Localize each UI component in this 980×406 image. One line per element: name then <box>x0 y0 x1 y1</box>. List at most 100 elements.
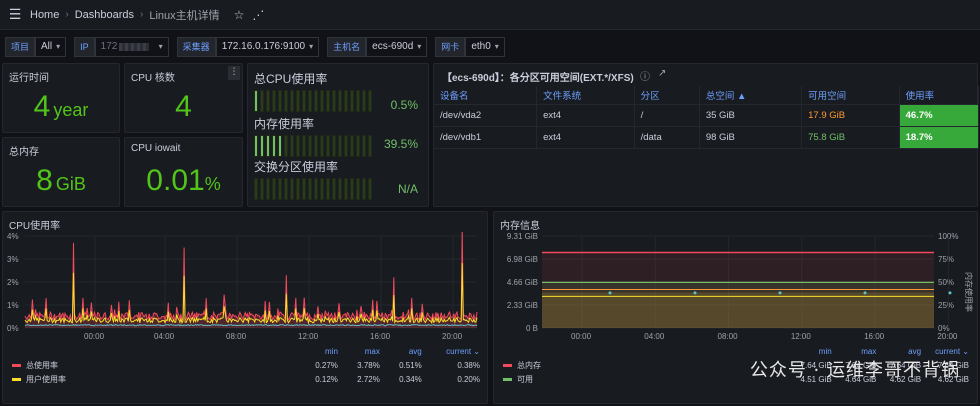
gauge-segment <box>368 90 372 112</box>
table-cell: 17.9 GiB <box>801 104 900 127</box>
y2-tick-label: 25% <box>938 301 954 310</box>
gauge-memory: 内存使用率 39.5% <box>254 115 426 157</box>
gauge-segment <box>272 178 276 200</box>
breadcrumb-current: Linux主机详情 <box>149 9 220 22</box>
stat-value: 8 GiB <box>3 164 119 198</box>
y2-tick-label: 75% <box>938 255 954 264</box>
legend-row[interactable]: 用户使用率 0.12% 2.72% 0.34% 0.20% <box>9 372 483 386</box>
series-point <box>948 291 952 295</box>
stat-panel-uptime[interactable]: 运行时间 4 year <box>2 63 120 133</box>
cpu-cores-value: 4 <box>175 90 192 123</box>
cpu-usage-chart-panel[interactable]: CPU使用率 4% 3% 2% 1% 0% 00:00 04:00 08:00 12:00 16:… <box>2 211 488 404</box>
var-value-collector: 172.16.0.176:9100 <box>221 41 306 52</box>
var-select-ip[interactable]: 172 ▾ <box>94 37 169 57</box>
gauge-segment <box>356 178 360 200</box>
stat-panel-iowait[interactable]: CPU iowait 0.01% <box>124 137 243 207</box>
legend-swatch <box>12 377 21 381</box>
gauge-segment <box>362 178 366 200</box>
legend-avg: 0.34% <box>399 374 422 384</box>
star-icon[interactable]: ☆ <box>234 8 245 22</box>
table-cell: /dev/vda2 <box>434 104 538 127</box>
menu-icon[interactable]: ☰ <box>0 6 30 23</box>
bar-gauge-panel[interactable]: 总CPU使用率 0.5% 内存使用率 39.5% 交换分区使用率 N/A <box>247 63 429 207</box>
external-link-icon[interactable]: ↗ <box>658 68 666 79</box>
column-header[interactable]: 设备名 <box>434 86 538 105</box>
variables-bar: 项目 All ▾ IP 172 ▾ 采集器 172.16.0.176:9100 ▾ 主… <box>0 34 980 60</box>
panel-title: 运行时间 <box>9 73 49 84</box>
stat-panel-total-memory[interactable]: 总内存 8 GiB <box>2 137 120 207</box>
gauge-segment <box>260 90 264 112</box>
chevron-down-icon: ▾ <box>309 42 314 51</box>
gauge-segment <box>302 135 306 157</box>
table-cell: ext4 <box>536 104 635 127</box>
panel-title: 【ecs-690d】：各分区可用空间(EXT.*/XFS) <box>442 73 634 84</box>
cpu-chart-svg: 4% 3% 2% 1% 0% 00:00 04:00 08:00 12:00 16:00 20:00 <box>7 232 478 341</box>
gauge-segment <box>368 135 372 157</box>
x-tick-label: 20:00 <box>937 332 958 341</box>
x-tick-label: 00:00 <box>571 332 592 341</box>
column-header[interactable]: 分区 <box>634 86 700 105</box>
memory-chart-svg: 9.31 GiB6.98 GiB4.66 GiB2.33 GiB0 B100%7… <box>507 232 974 341</box>
table-row: /dev/vdb1 ext4/data 98 GiB 75.8 GiB 18.7% <box>434 126 980 149</box>
y-tick-label: 2.33 GiB <box>507 301 538 310</box>
var-value-ip: 172 <box>100 41 118 52</box>
legend-header[interactable]: avg <box>383 344 425 358</box>
column-header[interactable]: 总空间 ▲ <box>699 86 803 105</box>
legend-label: 可用 <box>517 374 533 384</box>
gauge-segment <box>332 90 336 112</box>
gauge-segment <box>266 90 270 112</box>
var-select-project[interactable]: All ▾ <box>35 37 67 57</box>
y-tick-label: 0 B <box>526 324 538 333</box>
legend-series: 可用 <box>500 372 790 386</box>
var-select-collector[interactable]: 172.16.0.176:9100 ▾ <box>215 37 320 57</box>
legend-label: 总内存 <box>517 360 541 370</box>
gauge-segment <box>332 178 336 200</box>
share-icon[interactable]: ⋰ <box>252 8 264 22</box>
legend-min: 0.27% <box>315 360 338 370</box>
gauge-segment <box>362 135 366 157</box>
y-tick-label: 2% <box>7 278 19 287</box>
var-label-ip: IP <box>74 37 95 57</box>
gauge-segment <box>350 135 354 157</box>
column-header[interactable]: 文件系统 <box>536 86 635 105</box>
legend-row[interactable]: 总使用率 0.27% 3.78% 0.51% 0.38% <box>9 358 483 372</box>
gauge-segment <box>290 135 294 157</box>
breadcrumb-dashboards[interactable]: Dashboards <box>75 9 134 21</box>
column-header[interactable]: 可用空间 <box>801 86 900 105</box>
series-point <box>863 291 867 295</box>
var-select-hostname[interactable]: ecs-690d ▾ <box>366 37 428 57</box>
legend-header[interactable]: max <box>341 344 383 358</box>
table-cell: 98 GiB <box>699 126 803 149</box>
panel-title: CPU 核数 <box>131 73 175 84</box>
gauge-segment <box>254 135 258 157</box>
panel-title: 总内存 <box>9 147 39 158</box>
info-icon[interactable]: ⓘ <box>640 68 650 83</box>
gauge-segment <box>356 135 360 157</box>
panel-menu-icon[interactable]: ⋮ <box>228 66 240 80</box>
gauge-segment <box>338 178 342 200</box>
x-tick-label: 04:00 <box>644 332 665 341</box>
y2-axis-label: 内存使用率 <box>964 272 974 312</box>
gauge-segment <box>272 135 276 157</box>
breadcrumb-home[interactable]: Home <box>30 9 59 21</box>
gauge-segment <box>284 135 288 157</box>
gauge-segment <box>254 178 258 200</box>
column-header[interactable]: 使用率 <box>899 86 980 105</box>
legend-max: 2.72% <box>357 374 380 384</box>
legend-series: 总使用率 <box>9 358 299 372</box>
gauge-segment <box>308 90 312 112</box>
series-point <box>693 291 697 295</box>
series-area-used <box>542 292 934 328</box>
gauge-segment <box>302 178 306 200</box>
stat-panel-cpu-cores[interactable]: CPU 核数 ⋮ 4 <box>124 63 243 133</box>
legend-swatch <box>503 363 512 367</box>
legend-header[interactable]: current ⌄ <box>425 344 483 358</box>
iowait-unit: % <box>204 174 221 194</box>
var-select-nic[interactable]: eth0 ▾ <box>465 37 505 57</box>
gauge-title: 内存使用率 <box>254 117 315 131</box>
chevron-down-icon: ▾ <box>158 42 163 51</box>
gauge-segment <box>338 135 342 157</box>
iowait-number: 0.01 <box>146 164 205 197</box>
gauge-segment <box>320 90 324 112</box>
legend-header[interactable]: min <box>299 344 341 358</box>
